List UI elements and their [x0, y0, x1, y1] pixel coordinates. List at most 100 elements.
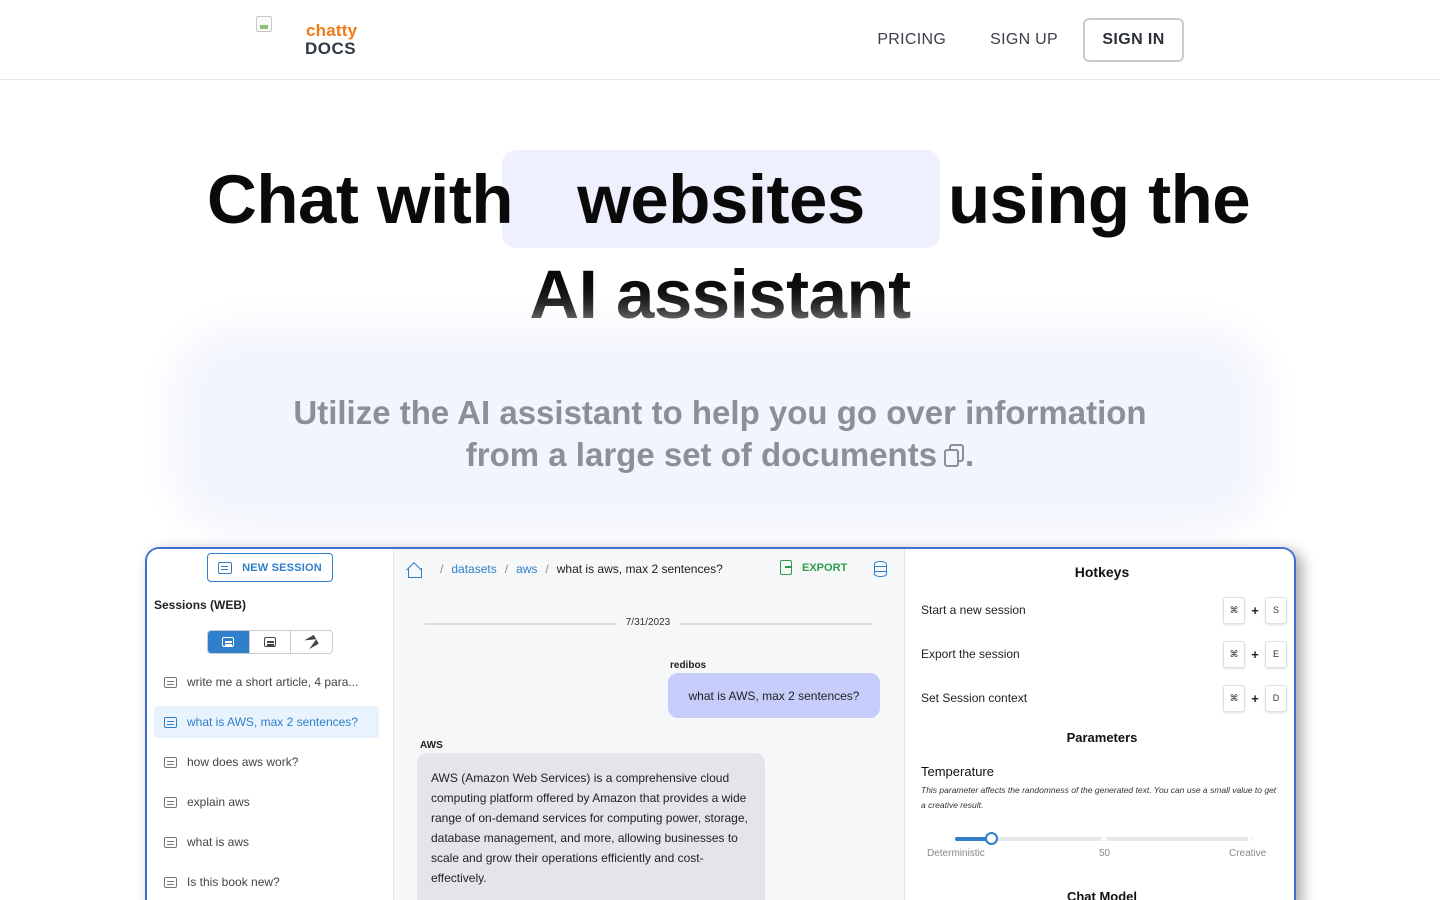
slider-max-label: Creative	[1229, 848, 1267, 859]
hero-title-line1: Chat with websites using the	[0, 150, 1440, 250]
chat-icon	[164, 716, 177, 728]
hero-word-using-the: using the	[948, 161, 1251, 238]
new-session-button[interactable]: NEW SESSION	[207, 553, 333, 582]
sessions-title: Sessions (WEB)	[154, 598, 247, 612]
hero-subtitle: Utilize the AI assistant to help you go …	[200, 392, 1240, 476]
export-file-icon	[780, 560, 792, 575]
subtitle-line1: Utilize the AI assistant to help you go …	[293, 394, 1147, 431]
assistant-name: AWS	[420, 740, 443, 751]
breadcrumb-current: what is aws, max 2 sentences?	[556, 562, 723, 576]
session-item[interactable]: Is this book new?	[154, 866, 379, 898]
hotkeys-title: Hotkeys	[1074, 564, 1130, 580]
breadcrumb-separator: /	[440, 562, 444, 576]
home-icon[interactable]	[406, 562, 422, 578]
session-item-label: what is aws	[187, 835, 250, 849]
toggle-chat-button[interactable]	[208, 631, 250, 653]
temperature-label: Temperature	[921, 764, 994, 779]
toggle-send-button[interactable]	[291, 631, 332, 653]
logo-text-docs: DOCS	[305, 39, 357, 58]
letter-key: E	[1265, 640, 1287, 668]
chat-panel: / datasets / aws / what is aws, max 2 se…	[394, 549, 904, 900]
slider-thumb[interactable]	[985, 832, 998, 845]
chat-icon	[164, 676, 177, 688]
session-type-toggle	[207, 630, 333, 654]
session-item-label: explain aws	[187, 795, 250, 809]
toggle-message-button[interactable]	[250, 631, 292, 653]
logo[interactable]: chatty DOCS	[256, 16, 366, 64]
message-date: 7/31/2023	[616, 617, 680, 628]
command-key: ⌘	[1223, 640, 1245, 668]
hotkey-label: Start a new session	[921, 603, 1026, 617]
hotkey-row: Start a new session ⌘ + S	[921, 595, 1287, 625]
chat-icon	[218, 561, 233, 574]
settings-panel: Hotkeys Start a new session ⌘ + S Export the…	[904, 549, 1294, 900]
send-icon	[304, 634, 319, 650]
subtitle-period: .	[965, 436, 975, 473]
slider-mid-mark	[1102, 837, 1106, 841]
logo-text-chatty: chatty	[306, 21, 358, 40]
sessions-sidebar: NEW SESSION Sessions (WEB) write me a sh…	[147, 549, 394, 900]
hotkey-keys: ⌘ + D	[1223, 684, 1287, 712]
breadcrumb: / datasets / aws / what is aws, max 2 se…	[406, 560, 723, 578]
session-item[interactable]: explain aws	[154, 786, 379, 818]
plus-sign: +	[1251, 602, 1259, 618]
nav-signup-link[interactable]: SIGN UP	[968, 18, 1080, 62]
breadcrumb-datasets-link[interactable]: datasets	[451, 562, 496, 576]
plus-sign: +	[1251, 646, 1259, 662]
temperature-description: This parameter affects the randomness of…	[921, 785, 1277, 810]
chat-icon	[222, 637, 235, 647]
chat-icon	[164, 796, 177, 808]
slider-min-label: Deterministic	[927, 848, 985, 859]
subtitle-line2: from a large set of documents	[465, 436, 938, 473]
letter-key: D	[1265, 684, 1287, 712]
app-preview: NEW SESSION Sessions (WEB) write me a sh…	[145, 547, 1296, 900]
session-item-label: what is AWS, max 2 sentences?	[187, 715, 358, 729]
breadcrumb-separator: /	[504, 562, 509, 576]
nav-pricing-link[interactable]: PRICING	[855, 18, 968, 62]
temperature-slider[interactable]	[955, 832, 1253, 845]
breadcrumb-separator: /	[545, 562, 549, 576]
hotkey-label: Set Session context	[921, 691, 1028, 705]
letter-key: S	[1265, 596, 1287, 624]
chat-icon	[164, 836, 177, 848]
user-message-bubble: what is AWS, max 2 sentences?	[668, 673, 880, 718]
hero-highlight-word: websites	[577, 161, 865, 238]
slider-end-mark	[1248, 837, 1252, 841]
session-item[interactable]: write me a short article, 4 para...	[154, 666, 379, 698]
nav-signin-button[interactable]: SIGN IN	[1083, 18, 1184, 62]
session-item[interactable]: how does aws work?	[154, 746, 379, 778]
hotkey-row: Set Session context ⌘ + D	[921, 683, 1287, 713]
session-item-label: how does aws work?	[187, 755, 299, 769]
session-list: write me a short article, 4 para... what …	[154, 666, 379, 900]
main-nav: PRICING SIGN UP SIGN IN	[855, 18, 1184, 62]
chat-model-title: Chat Model	[1066, 889, 1138, 900]
slider-mid-label: 50	[1099, 848, 1111, 859]
hotkey-keys: ⌘ + S	[1223, 596, 1287, 624]
database-icon[interactable]	[873, 561, 887, 577]
hero-title-line2: AI assistant	[529, 256, 911, 333]
hotkey-row: Export the session ⌘ + E	[921, 639, 1287, 669]
breadcrumb-aws-link[interactable]: aws	[516, 562, 537, 576]
hotkey-label: Export the session	[921, 647, 1020, 661]
export-label: EXPORT	[802, 561, 848, 574]
command-key: ⌘	[1223, 684, 1245, 712]
command-key: ⌘	[1223, 596, 1245, 624]
top-header: chatty DOCS PRICING SIGN UP SIGN IN	[0, 0, 1440, 80]
documents-icon	[943, 442, 965, 468]
session-item-label: write me a short article, 4 para...	[187, 675, 359, 689]
new-session-label: NEW SESSION	[242, 561, 322, 574]
user-name: redibos	[670, 660, 707, 671]
chat-icon	[164, 876, 177, 888]
message-icon	[264, 637, 276, 647]
hero-word-chat-with: Chat with	[207, 161, 513, 238]
export-button[interactable]: EXPORT	[780, 560, 847, 575]
session-item-label: Is this book new?	[187, 875, 280, 889]
hotkey-keys: ⌘ + E	[1223, 640, 1287, 668]
plus-sign: +	[1251, 690, 1259, 706]
chat-icon	[164, 756, 177, 768]
assistant-message-bubble: AWS (Amazon Web Services) is a comprehen…	[417, 753, 765, 900]
session-item[interactable]: what is aws	[154, 826, 379, 858]
parameters-title: Parameters	[1066, 730, 1138, 745]
broken-image-icon	[256, 16, 272, 32]
session-item[interactable]: what is AWS, max 2 sentences?	[154, 706, 379, 738]
